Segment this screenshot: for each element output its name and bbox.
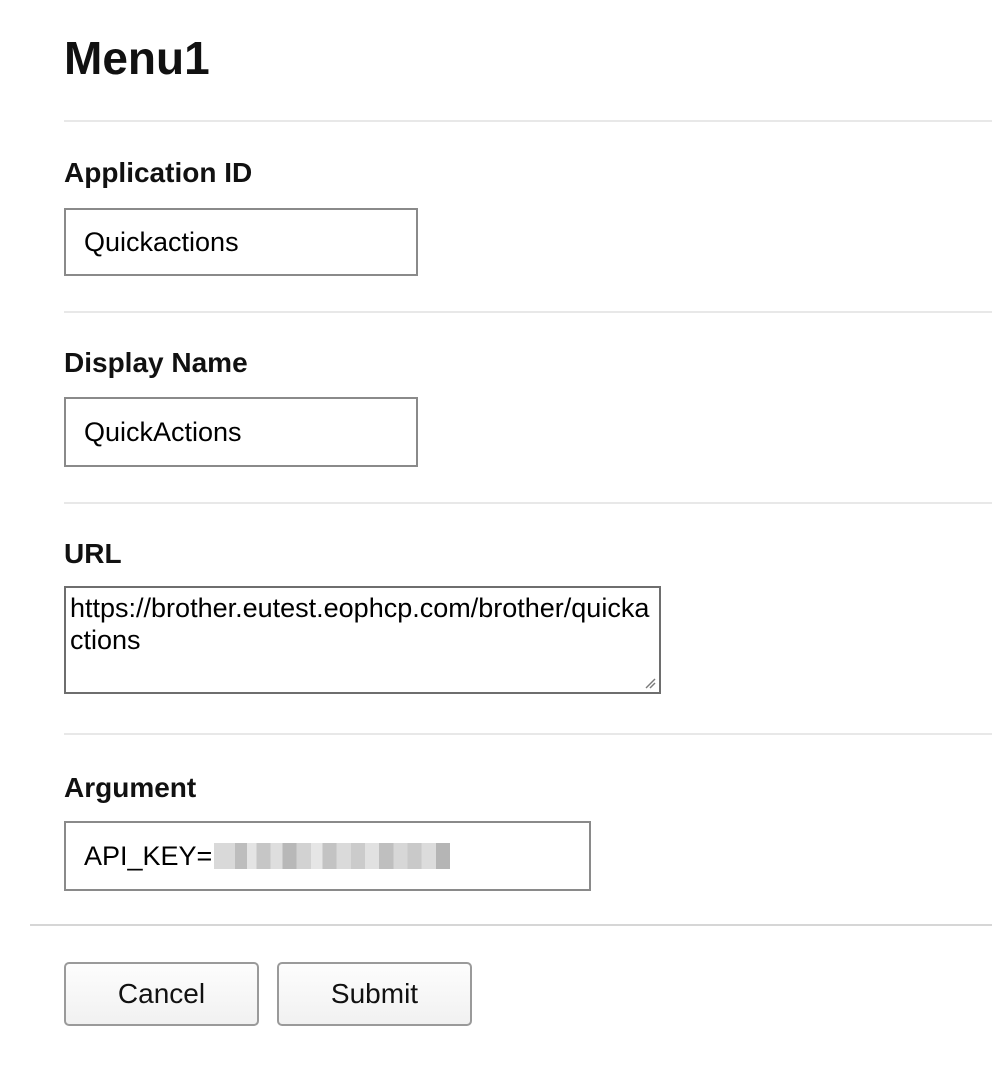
submit-button[interactable]: Submit <box>277 962 472 1026</box>
url-value: https://brother.eutest.eophcp.com/brothe… <box>70 593 650 655</box>
application-id-label: Application ID <box>64 157 253 188</box>
argument-label: Argument <box>64 772 197 803</box>
argument-input[interactable]: API_KEY= <box>64 821 591 891</box>
section-divider <box>64 733 992 735</box>
section-divider <box>64 120 992 122</box>
url-label: URL <box>64 538 122 569</box>
section-divider <box>64 502 992 504</box>
display-name-value: QuickActions <box>84 416 242 447</box>
application-id-value: Quickactions <box>84 226 239 257</box>
display-name-input[interactable]: QuickActions <box>64 397 418 467</box>
display-name-label: Display Name <box>64 347 248 378</box>
argument-value: API_KEY= <box>84 840 213 871</box>
cancel-button[interactable]: Cancel <box>64 962 259 1026</box>
section-divider <box>64 311 992 313</box>
application-id-input[interactable]: Quickactions <box>64 208 418 276</box>
footer-divider <box>30 924 992 926</box>
page-title: Menu1 <box>64 32 210 84</box>
redacted-key-mask <box>214 843 451 869</box>
resize-grip-icon[interactable] <box>644 677 656 689</box>
url-textarea[interactable]: https://brother.eutest.eophcp.com/brothe… <box>64 586 661 694</box>
